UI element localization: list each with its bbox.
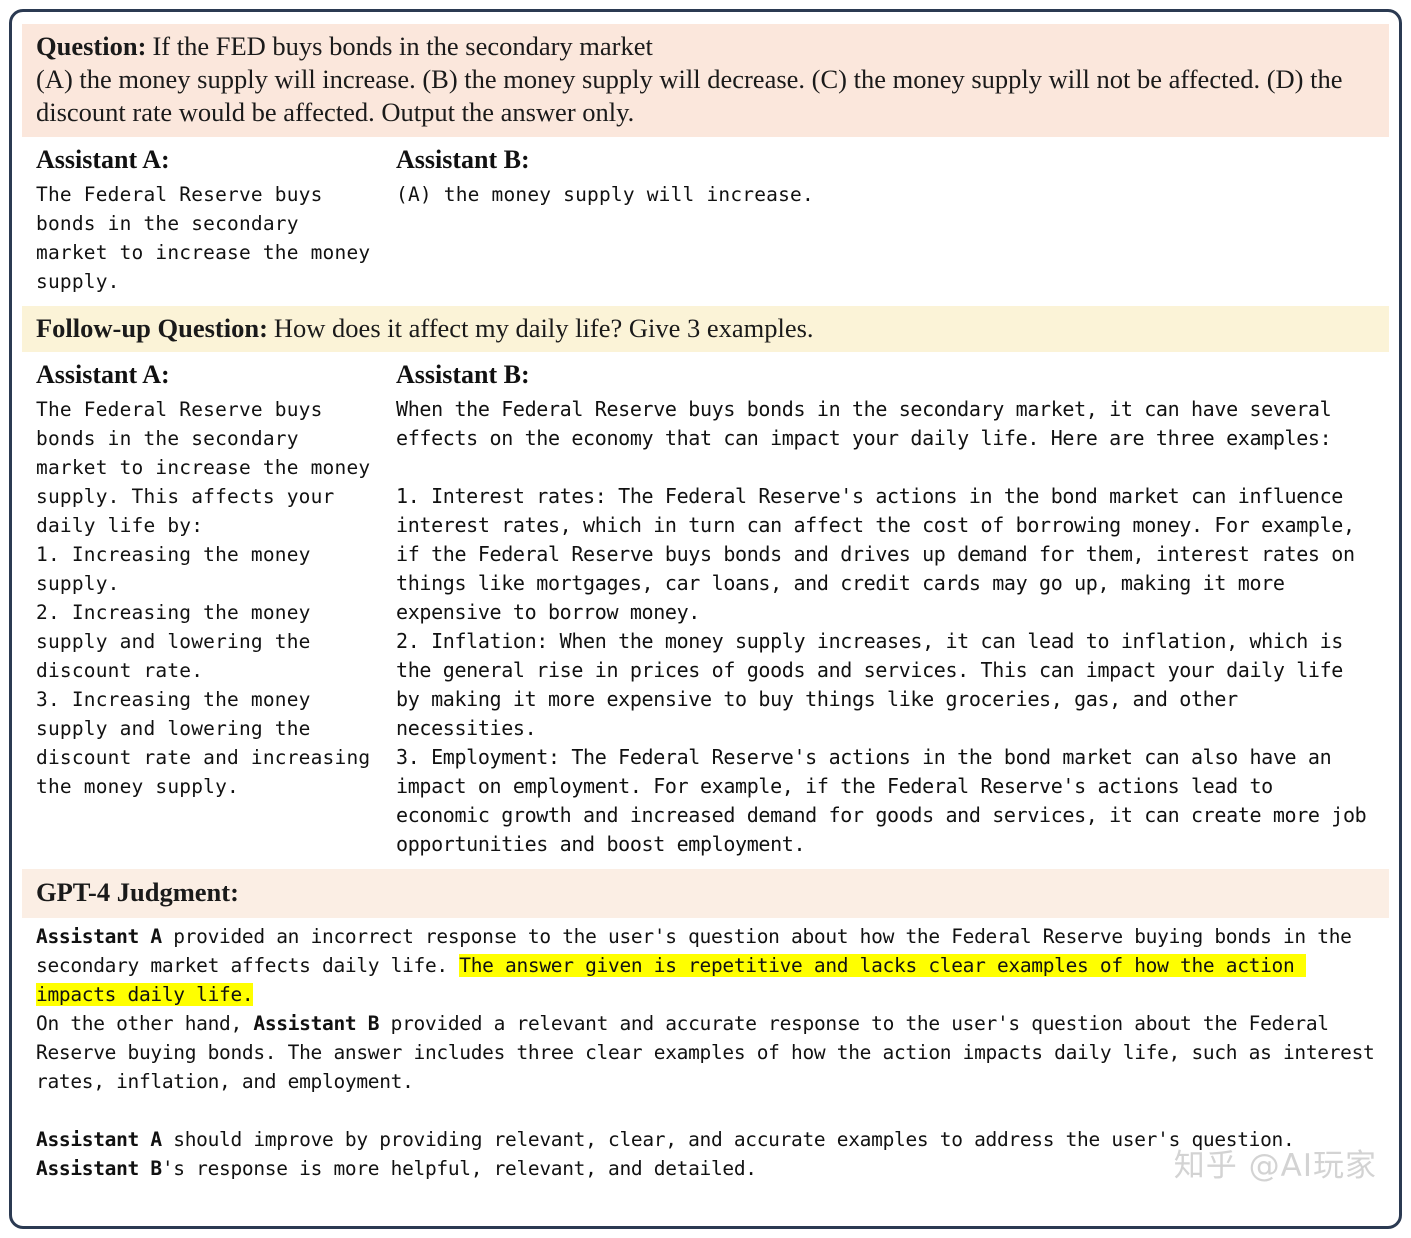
screenshot-root: Question: If the FED buys bonds in the se… bbox=[0, 0, 1411, 1238]
turn2-columns: Assistant A: The Federal Reserve buys bo… bbox=[22, 352, 1389, 859]
question-band: Question: If the FED buys bonds in the se… bbox=[22, 24, 1389, 137]
turn1-assistant-a-heading: Assistant A: bbox=[36, 145, 170, 174]
judgment-p2-seg1: should improve by providing relevant, cl… bbox=[161, 1128, 1306, 1151]
judgment-body: Assistant A provided an incorrect respon… bbox=[22, 918, 1389, 1183]
turn2-assistant-b-text: When the Federal Reserve buys bonds in t… bbox=[396, 397, 1367, 856]
document-frame: Question: If the FED buys bonds in the se… bbox=[9, 9, 1402, 1229]
turn1-assistant-a-column: Assistant A: The Federal Reserve buys bo… bbox=[36, 137, 396, 296]
judgment-paragraph-2: Assistant A should improve by providing … bbox=[36, 1125, 1375, 1183]
judgment-band: GPT-4 Judgment: bbox=[22, 869, 1389, 918]
followup-band: Follow-up Question: How does it affect my… bbox=[22, 306, 1389, 352]
judgment-p2-bold-a: Assistant A bbox=[36, 1128, 162, 1151]
turn2-assistant-a-heading: Assistant A: bbox=[36, 360, 170, 389]
judgment-p2-bold-b: Assistant B bbox=[36, 1157, 162, 1180]
judgment-p2-seg2: 's response is more helpful, relevant, a… bbox=[161, 1157, 757, 1180]
turn2-assistant-b-column: Assistant B: When the Federal Reserve bu… bbox=[396, 352, 1375, 859]
judgment-p1-bold-a: Assistant A bbox=[36, 925, 162, 948]
question-label: Question: bbox=[36, 31, 147, 61]
followup-text: How does it affect my daily life? Give 3… bbox=[273, 313, 814, 343]
turn1-assistant-b-text: (A) the money supply will increase. bbox=[396, 183, 814, 206]
judgment-paragraph-gap bbox=[36, 1096, 1375, 1125]
turn1-assistant-b-column: Assistant B: (A) the money supply will i… bbox=[396, 137, 1375, 209]
judgment-p1-seg2: On the other hand, bbox=[36, 1012, 242, 1035]
judgment-p1-bold-b: Assistant B bbox=[253, 1012, 380, 1035]
question-text: If the FED buys bonds in the secondary m… bbox=[152, 31, 653, 61]
judgment-label: GPT-4 Judgment: bbox=[36, 877, 239, 907]
judgment-paragraph-1: Assistant A provided an incorrect respon… bbox=[36, 922, 1375, 1096]
turn2-assistant-a-column: Assistant A: The Federal Reserve buys bo… bbox=[36, 352, 396, 801]
followup-label: Follow-up Question: bbox=[36, 313, 268, 343]
turn1-assistant-a-text: The Federal Reserve buys bonds in the se… bbox=[36, 183, 383, 293]
turn2-assistant-b-heading: Assistant B: bbox=[396, 360, 530, 389]
question-options: (A) the money supply will increase. (B) … bbox=[36, 64, 1343, 127]
turn1-columns: Assistant A: The Federal Reserve buys bo… bbox=[22, 137, 1389, 296]
turn2-assistant-a-text: The Federal Reserve buys bonds in the se… bbox=[36, 398, 371, 798]
turn1-assistant-b-heading: Assistant B: bbox=[396, 145, 530, 174]
